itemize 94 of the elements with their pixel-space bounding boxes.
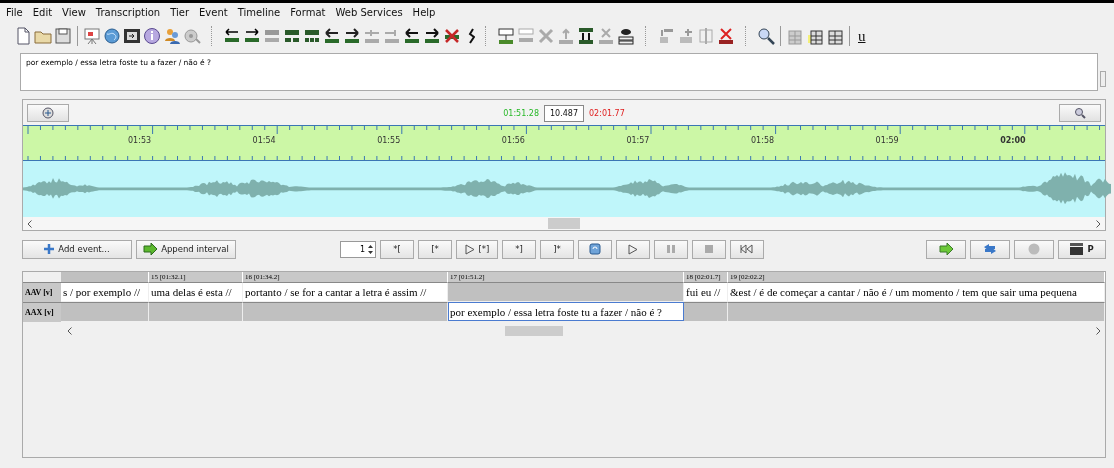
arrow-right-bar-icon[interactable] <box>243 27 261 45</box>
selection-button[interactable]: [* <box>418 239 452 259</box>
time-label: 01:53 <box>128 136 152 145</box>
play-icon <box>628 243 638 255</box>
circle-icon <box>1028 243 1040 255</box>
scroll-right-icon[interactable] <box>1096 326 1101 335</box>
event-cell[interactable]: portanto / se for a cantar a letra é assim // <box>243 282 448 301</box>
cross-icon[interactable] <box>717 27 735 45</box>
globe-icon[interactable] <box>103 27 121 45</box>
event-cell[interactable]: por exemplo / essa letra foste tu a fazer / não é ? <box>448 302 684 321</box>
search-icon <box>1074 107 1086 119</box>
insert-row-icon[interactable] <box>517 27 535 45</box>
arrow-left-bar-icon[interactable] <box>323 27 341 45</box>
clapper-button[interactable]: P <box>1058 239 1106 259</box>
tier-bars-icon[interactable] <box>283 27 301 45</box>
pause-button[interactable] <box>654 239 688 259</box>
table-icon[interactable] <box>826 27 844 45</box>
menu-item[interactable]: Edit <box>32 7 53 18</box>
swap-arrows-icon <box>983 243 997 255</box>
table-down-icon[interactable] <box>657 27 675 45</box>
event-cell[interactable]: &est / é de começar a cantar / não é / um momento / tem que sair uma pequena <box>728 282 1105 301</box>
time-label: 01:55 <box>377 136 401 145</box>
selection-end-time: 02:01.77 <box>589 108 625 118</box>
menu-item[interactable]: Timeline <box>237 7 281 18</box>
time-label: 01:58 <box>751 136 775 145</box>
time-label: 01:57 <box>626 136 650 145</box>
scroll-left-icon[interactable] <box>27 219 32 228</box>
pause-icon <box>667 244 675 254</box>
event-cell[interactable]: uma delas é esta // <box>149 282 243 301</box>
menu-item[interactable]: Help <box>412 7 436 18</box>
time-label: 01:56 <box>501 136 525 145</box>
scroll-left-icon[interactable] <box>67 326 72 335</box>
eye-bars-icon[interactable] <box>617 27 635 45</box>
go-button[interactable] <box>926 239 966 259</box>
spinner-arrows-icon <box>367 242 374 256</box>
loop-button[interactable] <box>578 239 612 259</box>
scrollbar-thumb[interactable] <box>1100 71 1106 87</box>
clapperboard-icon <box>1070 243 1084 255</box>
cross-icon[interactable] <box>443 27 461 45</box>
selection-start-time: 01:51.28 <box>503 108 539 118</box>
tier-bars-icon[interactable] <box>303 27 321 45</box>
scroll-right-icon[interactable] <box>1096 219 1101 228</box>
stop-button[interactable] <box>692 239 726 259</box>
menu-item[interactable]: Event <box>199 7 228 18</box>
rewind-icon <box>740 244 754 254</box>
speaker-button[interactable] <box>27 104 69 122</box>
rewind-button[interactable] <box>730 239 764 259</box>
scrollbar-thumb[interactable] <box>505 325 563 336</box>
info-icon[interactable] <box>143 27 161 45</box>
arrow-right-bar-icon[interactable] <box>423 27 441 45</box>
plus-icon <box>44 244 55 254</box>
new-file-icon[interactable] <box>14 27 32 45</box>
time-label: 01:54 <box>252 136 276 145</box>
table-add-icon[interactable] <box>677 27 695 45</box>
search-icon[interactable] <box>757 27 775 45</box>
add-event-button[interactable]: Add event... <box>22 239 132 259</box>
film-icon[interactable] <box>123 27 141 45</box>
presentation-board-icon[interactable] <box>83 27 101 45</box>
selection-button[interactable]: [*] <box>456 239 498 259</box>
selection-length: 10.487 <box>544 104 584 122</box>
arrow-left-bar-icon[interactable] <box>223 27 241 45</box>
time-label: 01:59 <box>875 136 899 145</box>
selection-button[interactable]: *] <box>502 239 536 259</box>
event-cell[interactable]: fui eu // <box>684 282 728 301</box>
arrow-right-icon <box>939 243 953 255</box>
menu-item[interactable]: File <box>6 7 23 18</box>
arrow-right-icon <box>143 243 158 255</box>
menu-item[interactable]: Tier <box>170 7 189 18</box>
selection-button[interactable]: *[ <box>380 239 414 259</box>
insert-row-icon[interactable] <box>497 27 515 45</box>
tier-label[interactable]: AAX [v] <box>23 302 61 322</box>
append-interval-button[interactable]: Append interval <box>136 239 236 259</box>
record-button[interactable] <box>1014 239 1054 259</box>
table-icon[interactable] <box>806 27 824 45</box>
selection-button[interactable]: ]* <box>540 239 574 259</box>
play-icon <box>464 243 475 255</box>
menu-item[interactable]: Format <box>290 7 326 18</box>
tier-label[interactable]: AAV [v] <box>23 282 61 302</box>
scrollbar-thumb[interactable] <box>548 218 580 229</box>
stop-icon <box>705 245 713 253</box>
arrow-right-bar-icon[interactable] <box>343 27 361 45</box>
menu-item[interactable]: View <box>62 7 86 18</box>
number-spinner[interactable]: 1 <box>340 240 376 258</box>
menu-item[interactable]: Web Services <box>335 7 403 18</box>
people-icon[interactable] <box>163 27 181 45</box>
sync-button[interactable] <box>970 239 1010 259</box>
underline-button[interactable]: u <box>855 27 869 45</box>
event-cell[interactable]: s / por exemplo // <box>61 282 149 301</box>
arrow-left-bar-icon[interactable] <box>403 27 421 45</box>
time-label: 02:00 <box>1000 136 1026 145</box>
zoom-button[interactable] <box>1059 104 1101 122</box>
swap-rows-icon[interactable] <box>577 27 595 45</box>
menu-item[interactable]: Transcription <box>95 7 161 18</box>
play-button[interactable] <box>616 239 650 259</box>
